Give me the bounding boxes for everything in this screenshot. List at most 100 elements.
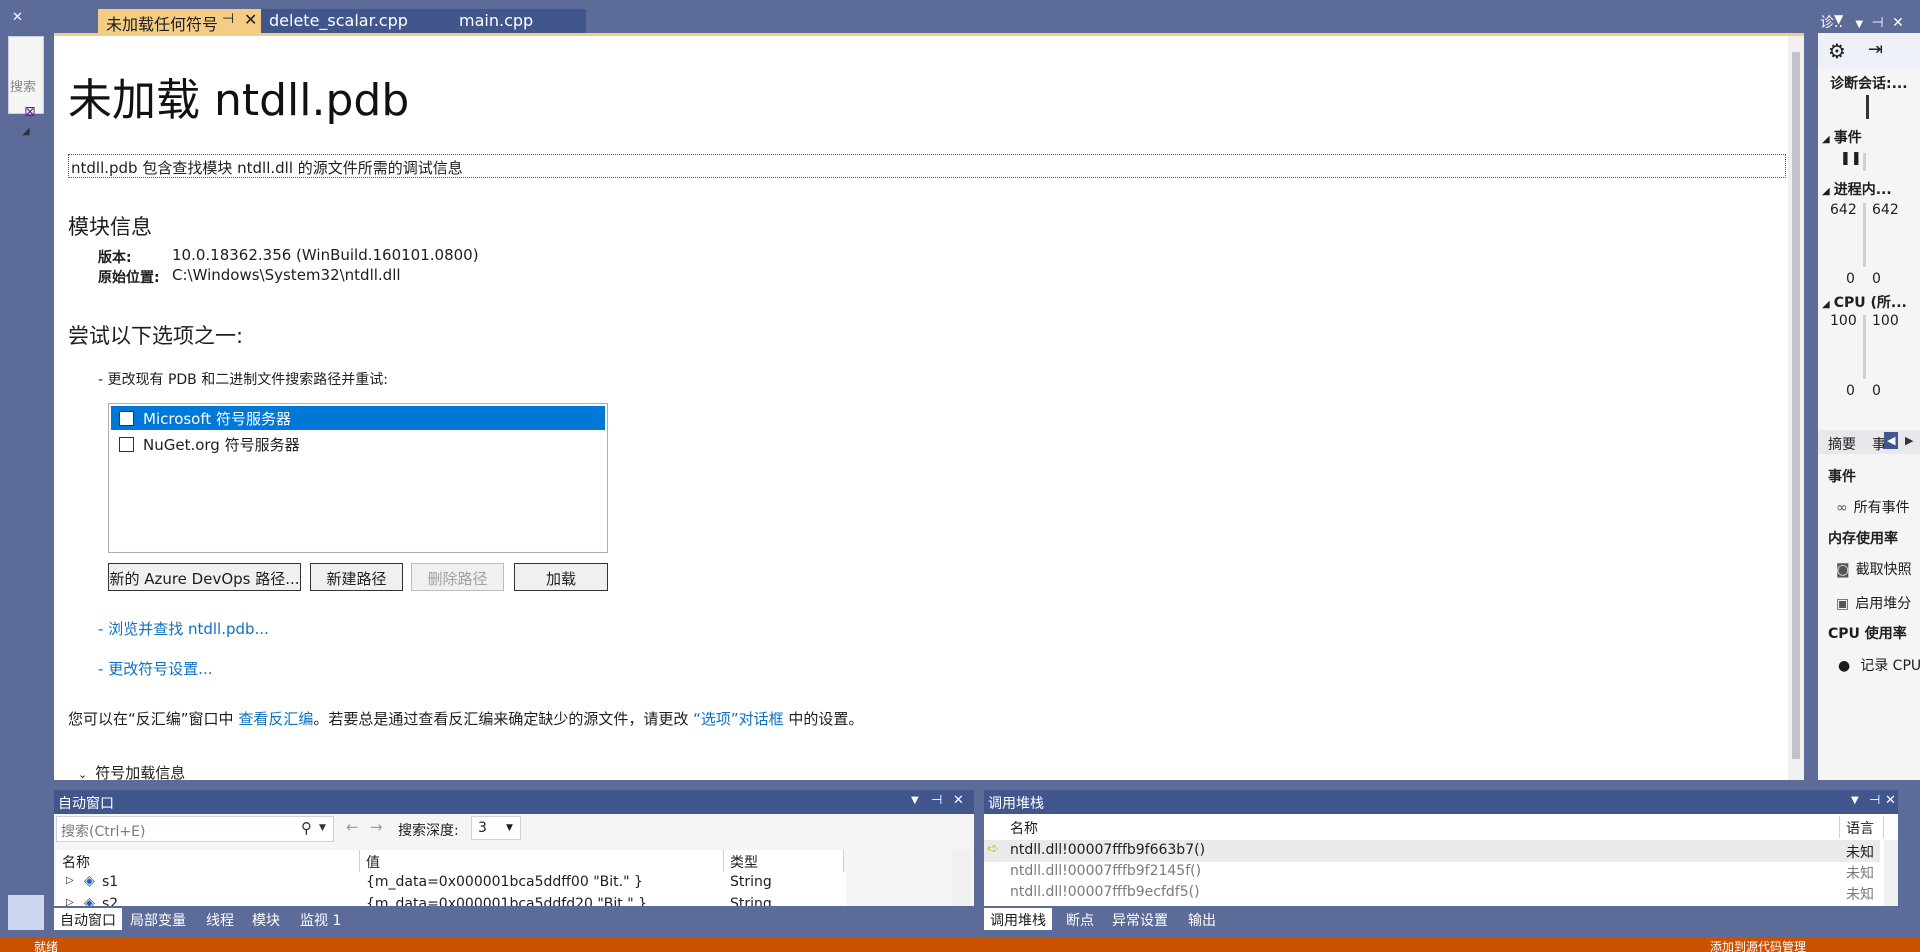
close-icon[interactable]: ✕ — [244, 10, 257, 29]
table-row[interactable]: ▷ ◈ s1 {m_data=0x000001bca5ddff00 "Bit."… — [56, 872, 846, 894]
export-icon[interactable]: ⇥ — [1868, 39, 1883, 60]
enable-heap-item[interactable]: ▣ 启用堆分 — [1836, 593, 1911, 613]
table-row[interactable]: ntdll.dll!00007fffb9f2145f() 未知 — [984, 861, 1880, 883]
tab-threads[interactable]: 线程 — [200, 908, 240, 930]
tab-output[interactable]: 输出 — [1182, 908, 1222, 930]
browse-pdb-link[interactable]: 浏览并查找 ntdll.pdb... — [108, 620, 269, 638]
take-snapshot-item[interactable]: ◙ 截取快照 — [1836, 559, 1912, 579]
left-bottom-tab[interactable] — [8, 895, 44, 930]
list-item[interactable]: Microsoft 符号服务器 — [111, 406, 605, 430]
expand-arrow-icon[interactable]: ▷ — [66, 897, 74, 906]
location-label: 原始位置: — [98, 270, 160, 286]
chevron-down-icon[interactable]: ▼ — [1851, 795, 1859, 806]
pin-icon[interactable]: ⊣ — [931, 793, 942, 808]
cpu-max-left: 100 — [1830, 313, 1857, 329]
column-language[interactable]: 语言 — [1840, 816, 1884, 838]
process-memory-section[interactable]: ◢ 进程内... — [1822, 179, 1892, 199]
pause-icon[interactable]: ❚❚ — [1840, 151, 1862, 166]
diagnostic-session-label: 诊断会话:... — [1830, 76, 1908, 92]
search-placeholder: 搜索(Ctrl+E) — [61, 824, 146, 840]
tab-locals[interactable]: 局部变量 — [124, 908, 192, 930]
snapshot-label: 截取快照 — [1855, 562, 1912, 578]
options-dialog-link[interactable]: “选项”对话框 — [693, 710, 784, 728]
row-name: s2 — [102, 896, 119, 906]
close-icon[interactable]: ✕ — [12, 10, 23, 25]
close-icon[interactable]: ✕ — [1885, 793, 1896, 808]
cpu-min-right: 0 — [1872, 383, 1881, 399]
vertical-scrollbar[interactable] — [952, 850, 970, 906]
tab-summary[interactable]: 摘要 — [1828, 434, 1856, 454]
column-name[interactable]: 名称 — [1004, 816, 1840, 838]
tab-breakpoints[interactable]: 断点 — [1060, 908, 1100, 930]
tab-modules[interactable]: 模块 — [246, 908, 286, 930]
module-info-heading: 模块信息 — [68, 215, 152, 239]
cpu-min-left: 0 — [1846, 383, 1855, 399]
events-summary-heading: 事件 — [1828, 469, 1856, 485]
events-section[interactable]: ◢ 事件 — [1822, 127, 1862, 147]
vertical-scrollbar[interactable] — [1788, 36, 1804, 780]
table-row[interactable]: ntdll.dll!00007fffb9ecfdf5() 未知 — [984, 882, 1880, 904]
autos-tab-strip: 自动窗口 局部变量 线程 模块 监视 1 — [54, 906, 974, 930]
chevron-down-icon[interactable]: ▼ — [911, 795, 919, 806]
column-type[interactable]: 类型 — [724, 850, 844, 872]
source-control-button[interactable]: 添加到源代码管理 — [1710, 938, 1806, 952]
autos-title: 自动窗口 — [58, 796, 114, 812]
search-icon[interactable]: ⚲ — [301, 819, 312, 837]
expand-arrow-icon[interactable]: ▷ — [66, 875, 74, 886]
collapse-arrow-icon[interactable]: ◢ — [22, 126, 30, 137]
all-events-item[interactable]: ∞ 所有事件 — [1836, 497, 1910, 517]
memory-min-right: 0 — [1872, 271, 1881, 287]
symbol-load-info-expander[interactable]: ⌄ 符号加载信息 — [78, 762, 185, 780]
current-frame-arrow-icon: ➪ — [987, 841, 999, 857]
left-search-input[interactable]: 搜索 — [10, 70, 44, 98]
scroll-thumb[interactable] — [1792, 52, 1800, 759]
pin-icon[interactable]: ⊣ — [1872, 15, 1884, 31]
tab-autos[interactable]: 自动窗口 — [54, 908, 122, 930]
column-name[interactable]: 名称 — [56, 850, 360, 872]
search-depth-select[interactable]: 3 ▼ — [471, 816, 521, 840]
autos-search-input[interactable]: 搜索(Ctrl+E) ⚲ ▼ — [56, 816, 334, 842]
record-cpu-item[interactable]: ● 记录 CPU — [1838, 655, 1920, 675]
autos-window: 搜索(Ctrl+E) ⚲ ▼ ← → 搜索深度: 3 ▼ 名称 值 类型 ▷ ◈… — [54, 814, 974, 906]
row-type: String — [730, 896, 772, 906]
close-icon[interactable]: ✕ — [953, 793, 964, 808]
tab-main-cpp[interactable]: main.cpp — [451, 9, 586, 33]
pin-icon[interactable]: ⊣ — [222, 11, 234, 27]
gear-icon[interactable]: ⚙ — [1828, 39, 1846, 63]
chevron-down-icon[interactable]: ▼ — [1855, 19, 1863, 30]
view-disassembly-link[interactable]: 查看反汇编 — [238, 710, 313, 728]
chevron-down-icon[interactable]: ▼ — [319, 823, 326, 833]
depth-value: 3 — [478, 820, 487, 836]
checkbox[interactable] — [119, 411, 134, 426]
pin-icon[interactable]: ⊣ — [1869, 793, 1880, 808]
close-icon[interactable]: ✕ — [1892, 15, 1904, 31]
tab-call-stack[interactable]: 调用堆栈 — [984, 908, 1052, 930]
vs-project-icon[interactable]: ⊠ — [24, 104, 36, 120]
new-azure-path-button[interactable]: 新的 Azure DevOps 路径... — [108, 563, 301, 591]
vertical-scrollbar[interactable] — [1884, 840, 1898, 906]
load-button[interactable]: 加载 — [514, 563, 608, 591]
table-row[interactable]: ▷ ◈ s2 {m_data=0x000001bca5ddfd20 "Bit."… — [56, 894, 846, 906]
tab-watch-1[interactable]: 监视 1 — [294, 908, 347, 930]
field-icon: ◈ — [84, 873, 95, 889]
version-label: 版本: — [98, 250, 132, 266]
camera-icon: ◙ — [1836, 562, 1850, 578]
tab-no-symbols[interactable]: 未加载任何符号 ⊣ ✕ — [98, 9, 268, 33]
symbol-settings-link[interactable]: 更改符号设置... — [108, 660, 212, 678]
new-path-button[interactable]: 新建路径 — [310, 563, 403, 591]
version-value: 10.0.18362.356 (WinBuild.160101.0800) — [172, 246, 479, 264]
table-row[interactable]: ➪ ntdll.dll!00007fffb9f663b7() 未知 — [984, 840, 1880, 862]
forward-arrow-icon[interactable]: → — [370, 818, 383, 836]
tab-delete-scalar[interactable]: delete_scalar.cpp — [261, 9, 451, 33]
call-stack-tab-strip: 调用堆栈 断点 异常设置 输出 — [984, 906, 1898, 930]
cpu-section[interactable]: ◢ CPU (所... — [1822, 292, 1907, 312]
symbol-path-list[interactable]: Microsoft 符号服务器 NuGet.org 符号服务器 — [108, 403, 608, 553]
list-item[interactable]: NuGet.org 符号服务器 — [111, 432, 605, 456]
tab-exception-settings[interactable]: 异常设置 — [1106, 908, 1174, 930]
column-value[interactable]: 值 — [360, 850, 724, 872]
tab-scroll-right-icon[interactable]: ▶ — [1902, 432, 1916, 449]
checkbox[interactable] — [119, 437, 134, 452]
row-type: String — [730, 874, 772, 890]
back-arrow-icon[interactable]: ← — [346, 818, 359, 836]
tab-scroll-left-icon[interactable]: ◀ — [1884, 432, 1899, 449]
